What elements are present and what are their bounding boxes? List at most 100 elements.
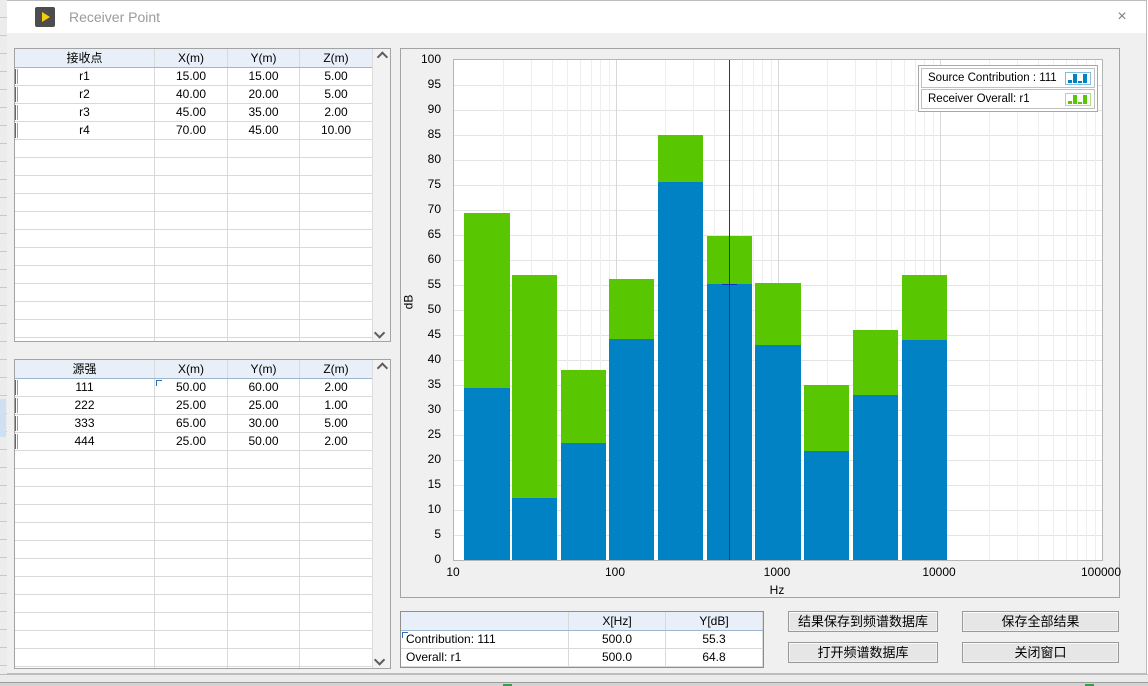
table-cell[interactable]: 20.00 (228, 86, 300, 104)
table-row[interactable] (15, 487, 373, 505)
plot-area[interactable]: Source Contribution : 111 Receiver Overa… (453, 59, 1103, 561)
table-cell[interactable] (228, 469, 300, 487)
table-cell[interactable]: 2.00 (300, 433, 373, 451)
table-cell[interactable] (300, 469, 373, 487)
table-row[interactable] (15, 541, 373, 559)
close-icon[interactable]: × (1110, 6, 1134, 28)
table-cell[interactable] (155, 266, 228, 284)
table-cell[interactable]: 5.00 (300, 68, 373, 86)
table-cell[interactable] (155, 469, 228, 487)
table-row[interactable] (15, 613, 373, 631)
table-cell[interactable] (228, 194, 300, 212)
table-cell[interactable] (300, 559, 373, 577)
table-cell[interactable] (300, 194, 373, 212)
table-row[interactable]: r115.0015.005.00 (15, 68, 373, 86)
table-cell[interactable]: 10.00 (300, 122, 373, 140)
table-cell[interactable] (15, 158, 155, 176)
table-cell[interactable] (15, 320, 155, 338)
table-cell[interactable] (228, 248, 300, 266)
table-row[interactable] (15, 649, 373, 667)
table-cell[interactable] (155, 595, 228, 613)
table-cell[interactable] (300, 577, 373, 595)
table-cell[interactable] (228, 505, 300, 523)
table-cell[interactable]: 5.00 (300, 86, 373, 104)
scroll-up-button[interactable] (373, 49, 389, 65)
table-cell[interactable] (15, 487, 155, 505)
table-row[interactable]: 33365.0030.005.00 (15, 415, 373, 433)
table-row[interactable] (15, 559, 373, 577)
table-row[interactable] (15, 451, 373, 469)
table-cell[interactable] (155, 176, 228, 194)
table-cell[interactable]: 25.00 (155, 433, 228, 451)
table-row[interactable]: r470.0045.0010.00 (15, 122, 373, 140)
table-cell[interactable]: r3 (15, 104, 155, 122)
table-cell[interactable] (228, 667, 300, 668)
table-cell[interactable]: 1.00 (300, 397, 373, 415)
table-cell[interactable] (15, 613, 155, 631)
receiver-table-scrollbar[interactable] (372, 49, 390, 341)
table-row[interactable]: 44425.0050.002.00 (15, 433, 373, 451)
table-cell[interactable]: 70.00 (155, 122, 228, 140)
table-cell[interactable]: r2 (15, 86, 155, 104)
table-row[interactable] (15, 176, 373, 194)
table-cell[interactable] (300, 523, 373, 541)
table-row[interactable]: Contribution: 111500.055.3 (401, 631, 763, 649)
table-row[interactable] (15, 194, 373, 212)
close-window-button[interactable]: 关闭窗口 (962, 642, 1119, 663)
table-row[interactable] (15, 320, 373, 338)
table-cell[interactable] (300, 302, 373, 320)
table-cell[interactable] (155, 649, 228, 667)
table-cell[interactable] (228, 158, 300, 176)
table-cell[interactable] (300, 667, 373, 668)
table-cell[interactable] (155, 667, 228, 668)
table-cell[interactable] (15, 649, 155, 667)
table-row[interactable] (15, 577, 373, 595)
table-cell[interactable]: 45.00 (228, 122, 300, 140)
table-cell[interactable]: 333 (15, 415, 155, 433)
table-cell[interactable] (300, 613, 373, 631)
table-cell[interactable] (155, 230, 228, 248)
table-cell[interactable] (15, 559, 155, 577)
table-cell[interactable]: 222 (15, 397, 155, 415)
table-cell[interactable]: 65.00 (155, 415, 228, 433)
table-cell[interactable]: 444 (15, 433, 155, 451)
table-cell[interactable] (228, 140, 300, 158)
table-cell[interactable] (15, 541, 155, 559)
table-cell[interactable] (228, 302, 300, 320)
table-cell[interactable] (300, 266, 373, 284)
table-cell[interactable] (15, 505, 155, 523)
table-cell[interactable]: 55.3 (666, 631, 763, 649)
table-cell[interactable] (228, 577, 300, 595)
table-cell[interactable]: 25.00 (155, 397, 228, 415)
table-row[interactable] (15, 266, 373, 284)
table-row[interactable] (15, 338, 373, 341)
table-cell[interactable] (228, 176, 300, 194)
table-cell[interactable] (228, 631, 300, 649)
table-cell[interactable] (300, 541, 373, 559)
table-cell[interactable] (228, 541, 300, 559)
table-cell[interactable] (15, 667, 155, 668)
table-cell[interactable]: 2.00 (300, 379, 373, 397)
table-cell[interactable]: 45.00 (155, 104, 228, 122)
save-to-spectrum-db-button[interactable]: 结果保存到频谱数据库 (788, 611, 938, 632)
table-cell[interactable] (300, 158, 373, 176)
table-cell[interactable] (300, 487, 373, 505)
table-row[interactable] (15, 212, 373, 230)
table-row[interactable]: 11150.0060.002.00 (15, 379, 373, 397)
table-row[interactable] (15, 595, 373, 613)
table-cell[interactable] (155, 194, 228, 212)
table-cell[interactable]: Overall: r1 (401, 649, 569, 667)
table-cell[interactable]: 25.00 (228, 397, 300, 415)
source-table-scrollbar[interactable] (372, 360, 390, 668)
table-cell[interactable] (300, 595, 373, 613)
table-row[interactable]: 22225.0025.001.00 (15, 397, 373, 415)
table-cell[interactable] (300, 140, 373, 158)
table-cell[interactable]: 2.00 (300, 104, 373, 122)
scroll-down-button[interactable] (373, 325, 389, 341)
table-cell[interactable]: 30.00 (228, 415, 300, 433)
table-row[interactable] (15, 158, 373, 176)
table-cell[interactable] (15, 523, 155, 541)
table-row[interactable] (15, 667, 373, 668)
table-cell[interactable] (15, 451, 155, 469)
table-cell[interactable] (228, 284, 300, 302)
